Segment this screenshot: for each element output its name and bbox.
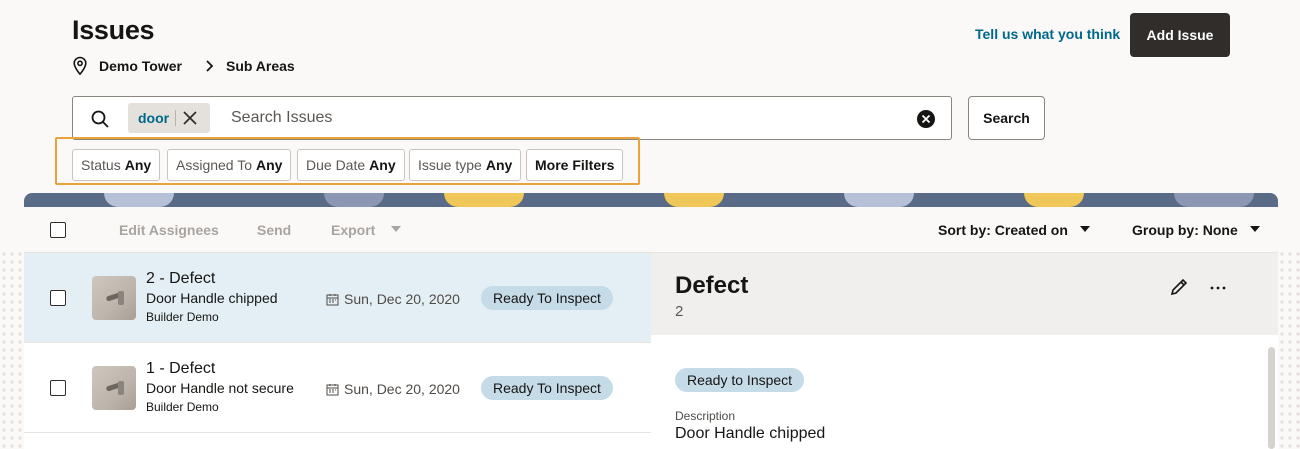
page-title: Issues — [72, 15, 155, 45]
detail-header: Defect 2 — [651, 253, 1278, 335]
detail-title: Defect — [675, 272, 749, 299]
filter-issue-type-label: Issue type — [418, 157, 482, 173]
caret-down-icon — [1250, 226, 1260, 232]
filter-bar: Status Any Assigned To Any Due Date Any … — [55, 137, 640, 185]
location-pin-icon — [73, 56, 87, 76]
issue-date: Sun, Dec 20, 2020 — [326, 291, 460, 307]
description-label: Description — [675, 409, 736, 423]
filter-assigned-to-value: Any — [256, 157, 283, 173]
detail-body: Ready to Inspect Description Door Handle… — [651, 335, 1278, 449]
filter-assigned-to[interactable]: Assigned To Any — [167, 149, 292, 181]
status-badge: Ready To Inspect — [481, 286, 613, 310]
search-icon — [91, 110, 109, 128]
list-item[interactable]: 2 - Defect Door Handle chipped Builder D… — [24, 253, 651, 343]
pencil-icon[interactable] — [1169, 277, 1189, 297]
row-checkbox[interactable] — [50, 380, 66, 396]
issues-list: 2 - Defect Door Handle chipped Builder D… — [24, 253, 651, 449]
filter-due-date-label: Due Date — [306, 157, 366, 173]
calendar-icon — [326, 383, 339, 395]
clear-search-icon[interactable] — [916, 109, 936, 129]
breadcrumb-item-demo-tower[interactable]: Demo Tower — [99, 58, 182, 74]
breadcrumb-item-sub-areas[interactable]: Sub Areas — [226, 58, 295, 74]
edit-assignees-button[interactable]: Edit Assignees — [119, 222, 219, 238]
export-button[interactable]: Export — [331, 222, 375, 238]
filter-due-date[interactable]: Due Date Any — [297, 149, 405, 181]
issue-owner: Builder Demo — [146, 310, 219, 324]
search-input[interactable] — [231, 105, 891, 131]
caret-down-icon — [1080, 226, 1090, 232]
feedback-link[interactable]: Tell us what you think — [975, 26, 1120, 42]
issue-thumbnail — [92, 276, 136, 320]
filter-assigned-to-label: Assigned To — [176, 157, 253, 173]
issue-subtitle: Door Handle not secure — [146, 380, 294, 396]
issue-thumbnail — [92, 366, 136, 410]
list-toolbar: Edit Assignees Send Export Sort by: Crea… — [24, 207, 1278, 253]
chevron-right-icon — [206, 60, 214, 72]
filter-status[interactable]: Status Any — [72, 149, 161, 181]
search-filter-chip: door — [128, 103, 210, 133]
filter-issue-type[interactable]: Issue type Any — [409, 149, 522, 181]
filter-due-date-value: Any — [369, 157, 396, 173]
filter-issue-type-value: Any — [485, 157, 513, 173]
filter-status-label: Status — [81, 157, 121, 173]
issue-date-text: Sun, Dec 20, 2020 — [344, 381, 460, 397]
filter-status-value: Any — [124, 157, 152, 173]
description-value: Door Handle chipped — [675, 425, 826, 442]
caret-down-icon — [391, 226, 401, 232]
close-icon[interactable] — [182, 110, 198, 126]
detail-id: 2 — [675, 303, 684, 320]
chip-separator — [175, 110, 177, 126]
sort-by-dropdown[interactable]: Sort by: Created on — [938, 222, 1068, 238]
group-by-dropdown[interactable]: Group by: None — [1132, 222, 1238, 238]
detail-status-badge: Ready to Inspect — [675, 368, 805, 392]
decorative-banner — [24, 193, 1278, 207]
row-checkbox[interactable] — [50, 290, 66, 306]
breadcrumb: Demo Tower Sub Areas — [72, 56, 295, 76]
issue-date: Sun, Dec 20, 2020 — [326, 381, 460, 397]
more-filters-button[interactable]: More Filters — [526, 149, 624, 181]
issue-title: 1 - Defect — [146, 360, 216, 377]
detail-scrollbar[interactable] — [1268, 347, 1275, 449]
send-button[interactable]: Send — [257, 222, 291, 238]
select-all-checkbox[interactable] — [50, 222, 66, 238]
search-box: door — [72, 96, 952, 140]
issue-subtitle: Door Handle chipped — [146, 290, 278, 306]
more-options-icon[interactable] — [1209, 280, 1227, 296]
search-chip-label: door — [138, 110, 170, 126]
issue-owner: Builder Demo — [146, 400, 219, 414]
add-issue-button[interactable]: Add Issue — [1130, 13, 1230, 57]
issue-title: 2 - Defect — [146, 270, 216, 287]
search-button[interactable]: Search — [968, 96, 1045, 140]
status-badge: Ready To Inspect — [481, 376, 613, 400]
issue-date-text: Sun, Dec 20, 2020 — [344, 291, 460, 307]
calendar-icon — [326, 293, 339, 305]
list-item[interactable]: 1 - Defect Door Handle not secure Builde… — [24, 343, 651, 433]
